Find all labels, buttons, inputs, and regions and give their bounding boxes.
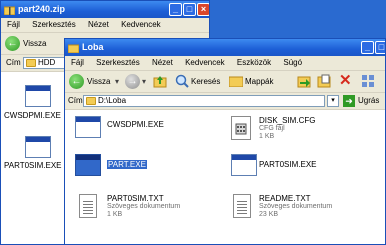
address-value: D:\Loba [98, 96, 127, 105]
exe-icon[interactable] [231, 154, 257, 176]
file-name[interactable]: DISK_SIM.CFG [259, 116, 315, 125]
file-type: Szöveges dokumentum [259, 203, 333, 210]
file-name[interactable]: PART.EXE [107, 160, 147, 169]
folders-button-label[interactable]: Mappák [245, 77, 273, 86]
views-icon[interactable] [361, 74, 375, 88]
menu-view[interactable]: Nézet [152, 58, 173, 67]
file-size: 23 KB [259, 211, 279, 218]
go-button-label[interactable]: Ugrás [358, 96, 379, 105]
menu-file[interactable]: Fájl [7, 20, 20, 29]
address-value: HDD [38, 58, 56, 67]
copy-to-icon[interactable] [317, 74, 331, 88]
back-window-titlebar[interactable]: part240.zip _ □ × [1, 1, 209, 18]
cfg-file-icon[interactable] [231, 116, 251, 140]
drive-icon [26, 59, 36, 67]
go-arrow-icon[interactable]: ➜ [343, 95, 355, 107]
minimize-button[interactable]: _ [361, 41, 374, 54]
minimize-button[interactable]: _ [169, 3, 182, 16]
text-document-icon[interactable] [233, 194, 251, 218]
back-arrow-icon[interactable]: ← [5, 36, 20, 51]
folder-icon [86, 97, 96, 105]
back-arrow-icon[interactable]: ← [69, 74, 84, 89]
maximize-button[interactable]: □ [375, 41, 385, 54]
folder-up-icon[interactable] [153, 74, 167, 88]
exe-icon[interactable] [25, 85, 51, 107]
folder-icon [67, 42, 80, 54]
file-list: CWSDPMI.EXE DISK_SIM.CFG CFG fájl 1 KB P… [65, 110, 385, 244]
file-name[interactable]: PART0SIM.EXE [259, 160, 317, 169]
back-dropdown-icon[interactable]: ▾ [115, 77, 119, 86]
text-document-icon[interactable] [79, 194, 97, 218]
menu-favorites[interactable]: Kedvencek [121, 20, 161, 29]
file-type: CFG fájl [259, 125, 285, 132]
address-label: Cím [68, 96, 83, 105]
file-type: Szöveges dokumentum [107, 203, 181, 210]
exe-icon[interactable] [75, 154, 101, 176]
file-name[interactable]: CWSDPMI.EXE [107, 120, 164, 129]
front-window-toolbar: ← Vissza ▾ → ▾ Keresés Mappák ✕ [65, 71, 385, 93]
menu-file[interactable]: Fájl [71, 58, 84, 67]
folders-icon[interactable] [228, 75, 244, 88]
menu-view[interactable]: Nézet [88, 20, 109, 29]
back-button-label[interactable]: Vissza [87, 77, 110, 86]
file-name[interactable]: CWSDPMI.EXE [4, 111, 61, 120]
menu-help[interactable]: Súgó [283, 58, 302, 67]
file-size: 1 KB [259, 133, 275, 140]
address-label: Cím [6, 58, 21, 67]
forward-dropdown-icon[interactable]: ▾ [142, 77, 146, 86]
back-window-menubar: Fájl Szerkesztés Nézet Kedvencek [1, 18, 209, 33]
front-window-title: Loba [82, 42, 104, 52]
search-button-label[interactable]: Keresés [191, 77, 220, 86]
menu-edit[interactable]: Szerkesztés [32, 20, 76, 29]
exe-icon[interactable] [25, 136, 51, 158]
address-dropdown-icon[interactable]: ▾ [327, 95, 339, 107]
delete-icon[interactable]: ✕ [339, 73, 354, 88]
address-field[interactable]: D:\Loba [83, 95, 325, 107]
move-to-icon[interactable] [297, 74, 311, 88]
file-name[interactable]: PART0SIM.EXE [4, 161, 62, 170]
back-window-title: part240.zip [18, 4, 66, 14]
front-window-menubar: Fájl Szerkesztés Nézet Kedvencek Eszközö… [65, 56, 385, 71]
file-size: 1 KB [107, 211, 123, 218]
search-icon[interactable] [175, 74, 189, 88]
zip-folder-icon [3, 4, 16, 16]
menu-tools[interactable]: Eszközök [237, 58, 271, 67]
menu-edit[interactable]: Szerkesztés [96, 58, 140, 67]
exe-icon[interactable] [75, 116, 101, 138]
forward-arrow-icon[interactable]: → [125, 74, 140, 89]
maximize-button[interactable]: □ [183, 3, 196, 16]
file-name[interactable]: README.TXT [259, 194, 311, 203]
front-window-titlebar[interactable]: Loba _ □ [65, 39, 385, 56]
front-window: Loba _ □ Fájl Szerkesztés Nézet Kedvence… [64, 38, 386, 245]
file-name[interactable]: PART0SIM.TXT [107, 194, 164, 203]
back-button-label[interactable]: Vissza [23, 39, 46, 48]
close-button[interactable]: × [197, 3, 209, 16]
front-window-address-bar: Cím D:\Loba ▾ ➜ Ugrás [65, 93, 385, 110]
menu-favorites[interactable]: Kedvencek [185, 58, 225, 67]
